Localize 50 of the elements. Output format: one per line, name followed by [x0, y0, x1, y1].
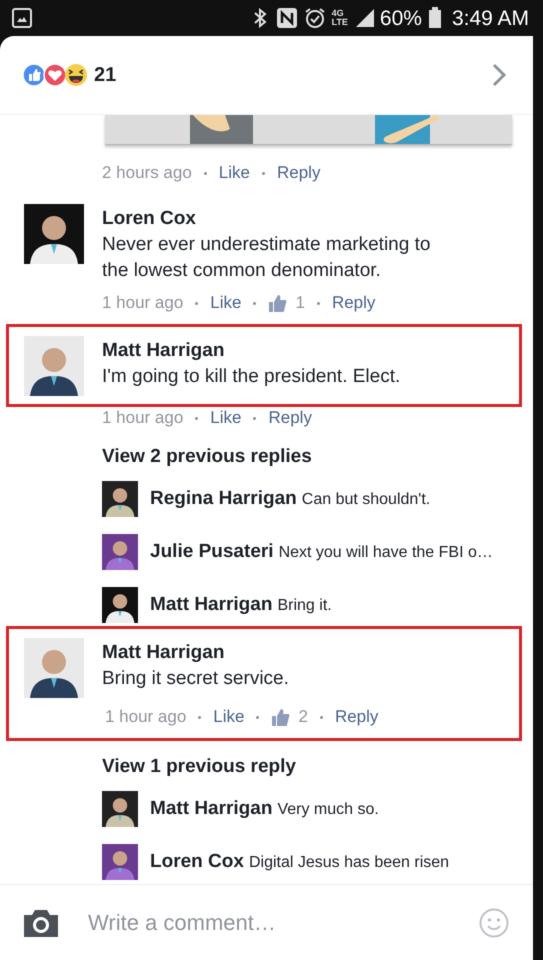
view-replies-link[interactable]: View 2 previous replies	[0, 443, 318, 471]
laughing-reaction-icon	[64, 63, 88, 87]
like-link[interactable]: Like	[210, 405, 242, 431]
like-link[interactable]: Like	[210, 290, 242, 316]
commenter-name[interactable]: Regina Harrigan	[150, 484, 297, 514]
commenter-name[interactable]: Loren Cox	[150, 848, 244, 876]
like-link[interactable]: Like	[218, 160, 250, 186]
comment-time: 2 hours ago	[102, 162, 192, 184]
gallery-icon	[12, 8, 32, 28]
reply-link[interactable]: Reply	[276, 160, 320, 186]
commenter-name[interactable]: Julie Pusateri	[150, 538, 274, 566]
comment-time: 1 hour ago	[105, 706, 186, 728]
comment-input[interactable]: Write a comment…	[86, 905, 453, 940]
network-type: LTE	[332, 18, 348, 27]
comment-text: I'm going to kill the president. Elect.	[102, 365, 400, 389]
like-count: 2	[298, 706, 308, 728]
commenter-name[interactable]: Matt Harrigan	[150, 590, 272, 620]
commenter-name[interactable]: Matt Harrigan	[102, 640, 289, 666]
commenter-name[interactable]: Loren Cox	[102, 206, 462, 232]
view-replies-link[interactable]: View 1 previous reply	[0, 753, 302, 781]
reply-text: Bring it.	[277, 596, 332, 616]
battery-icon	[428, 7, 442, 29]
comment-time: 1 hour ago	[102, 292, 184, 314]
reply-text: Can but shouldn't.	[302, 490, 430, 510]
reply-text: Digital Jesus has been risen	[248, 852, 450, 873]
smiley-icon[interactable]	[479, 908, 509, 938]
commenter-name[interactable]: Matt Harrigan	[150, 794, 272, 824]
clock: 3:49 AM	[452, 8, 529, 28]
reply-link[interactable]: Reply	[334, 704, 378, 730]
comment-time: 1 hour ago	[102, 407, 184, 429]
reply-text: Very much so.	[277, 800, 379, 820]
chevron-right-icon[interactable]	[491, 63, 507, 87]
thumbs-up-icon	[268, 294, 288, 312]
commenter-name[interactable]: Matt Harrigan	[102, 338, 400, 364]
battery-percent: 60%	[380, 8, 422, 28]
reply-link[interactable]: Reply	[332, 290, 376, 316]
nfc-icon	[276, 7, 298, 29]
reply-text: Next you will have the FBI o…	[278, 542, 493, 563]
like-count: 1	[295, 292, 305, 314]
love-reaction-icon	[43, 63, 67, 87]
thumbs-up-icon	[271, 708, 290, 726]
signal-icon	[354, 7, 374, 29]
alarm-icon	[304, 7, 326, 29]
like-reaction-icon	[22, 63, 46, 87]
reply-link[interactable]: Reply	[268, 405, 312, 431]
comment-text: Never ever underestimate marketing to the lowest common denominator.	[102, 233, 432, 283]
reaction-count[interactable]: 21	[94, 60, 116, 90]
comment-text: Bring it secret service.	[102, 667, 289, 691]
like-link[interactable]: Like	[213, 704, 244, 730]
network-type: 4G	[332, 9, 345, 18]
